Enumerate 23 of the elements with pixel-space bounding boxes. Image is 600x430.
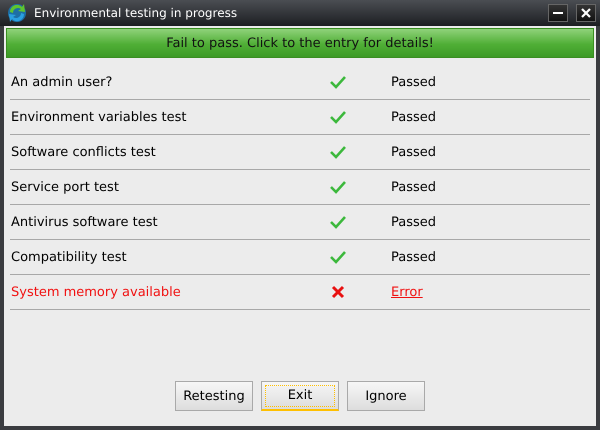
test-name: An admin user? xyxy=(10,74,114,90)
app-logo-icon xyxy=(6,2,28,24)
status-text: Passed xyxy=(391,144,436,160)
status-text: Passed xyxy=(391,74,436,90)
status-text: Passed xyxy=(391,250,436,264)
dialog-button[interactable]: Exit xyxy=(261,381,339,411)
dialog-button[interactable]: Retesting xyxy=(175,381,253,411)
test-name: System memory available xyxy=(10,284,182,300)
minimize-button[interactable] xyxy=(548,4,568,22)
status-text: Passed xyxy=(391,180,436,194)
test-name: Antivirus software test xyxy=(10,214,159,230)
window-title: Environmental testing in progress xyxy=(34,6,238,20)
close-icon xyxy=(580,7,592,19)
test-name: Software conflicts test xyxy=(10,144,157,160)
status-text: Passed xyxy=(391,110,436,124)
status-banner: Fail to pass. Click to the entry for details! xyxy=(6,28,594,58)
test-name: Compatibility test xyxy=(10,250,128,264)
test-name: Environment variables test xyxy=(10,110,188,124)
test-name: Service port test xyxy=(10,180,120,194)
close-button[interactable] xyxy=(576,4,596,22)
status-text: Passed xyxy=(391,214,436,230)
dialog-button[interactable]: Ignore xyxy=(347,381,425,411)
error-link[interactable]: Error xyxy=(391,284,423,300)
